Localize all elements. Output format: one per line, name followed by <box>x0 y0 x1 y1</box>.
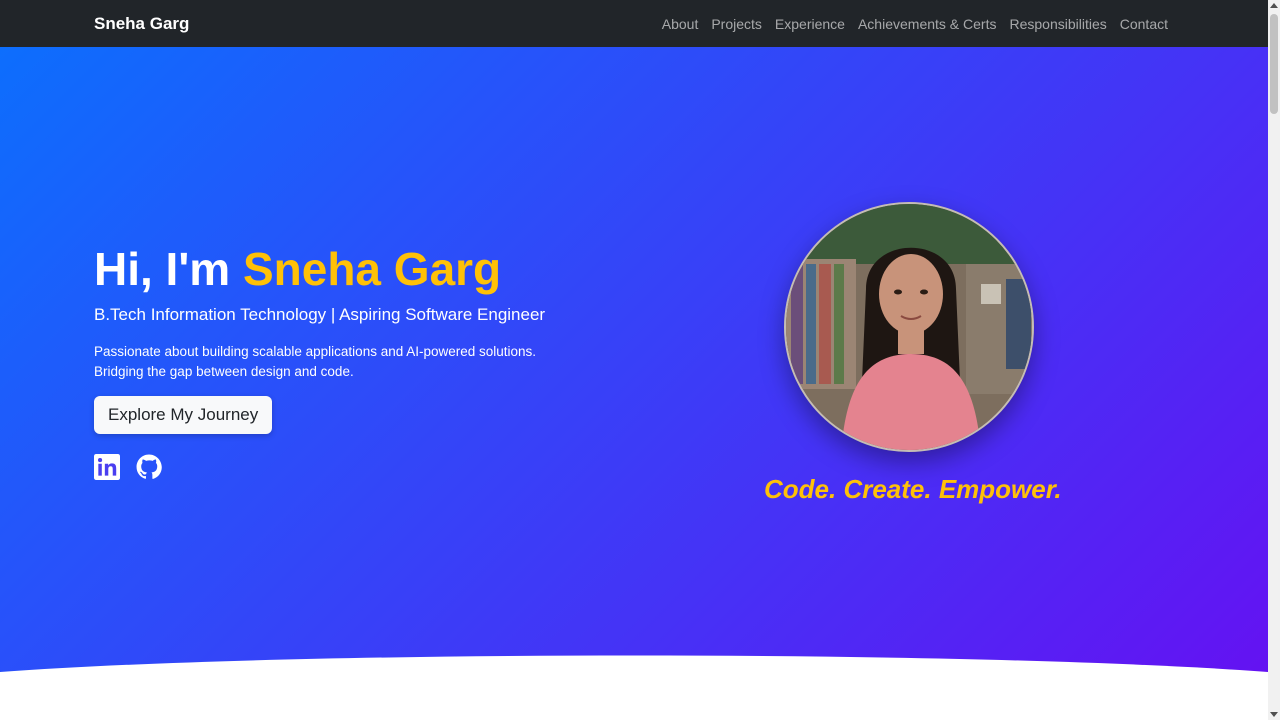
profile-photo <box>784 202 1034 452</box>
hero-greeting: Hi, I'm <box>94 243 243 295</box>
navbar: Sneha Garg About Projects Experience Ach… <box>0 0 1268 47</box>
github-link[interactable] <box>136 454 162 480</box>
hero-description-line-2: Bridging the gap between design and code… <box>94 363 354 379</box>
github-icon <box>136 454 162 479</box>
nav-link-achievements[interactable]: Achievements & Certs <box>851 16 1003 32</box>
page-scrollbar[interactable] <box>1268 0 1280 720</box>
nav-link-responsibilities[interactable]: Responsibilities <box>1003 16 1113 32</box>
nav-link-contact[interactable]: Contact <box>1113 16 1168 32</box>
explore-journey-button[interactable]: Explore My Journey <box>94 395 273 434</box>
hero-description-line-1: Passionate about building scalable appli… <box>94 343 537 359</box>
linkedin-link[interactable] <box>94 453 120 480</box>
nav-link-projects[interactable]: Projects <box>705 16 769 32</box>
hero-tagline: Code. Create. Empower. <box>764 474 1062 504</box>
brand-link[interactable]: Sneha Garg <box>94 14 189 34</box>
scroll-up-arrow-icon[interactable] <box>1270 3 1278 8</box>
hero-wave-divider <box>0 655 1268 720</box>
hero-subtitle: B.Tech Information Technology | Aspiring… <box>94 304 546 324</box>
hero-profile: Code. Create. Empower. <box>764 202 1062 505</box>
profile-photo-illustration <box>786 204 1032 450</box>
social-links <box>94 453 554 480</box>
nav-links: About Projects Experience Achievements &… <box>655 16 1168 32</box>
nav-link-about[interactable]: About <box>655 16 705 32</box>
hero-section: Hi, I'm Sneha Garg B.Tech Information Te… <box>0 47 1268 720</box>
nav-link-experience[interactable]: Experience <box>768 16 851 32</box>
hero-title: Hi, I'm Sneha Garg <box>94 244 554 295</box>
hero-description: Passionate about building scalable appli… <box>94 342 554 382</box>
scroll-thumb[interactable] <box>1270 14 1278 114</box>
hero-name: Sneha Garg <box>242 243 502 295</box>
linkedin-icon <box>94 453 120 480</box>
hero-intro: Hi, I'm Sneha Garg B.Tech Information Te… <box>94 244 554 480</box>
scroll-down-arrow-icon[interactable] <box>1270 712 1278 717</box>
